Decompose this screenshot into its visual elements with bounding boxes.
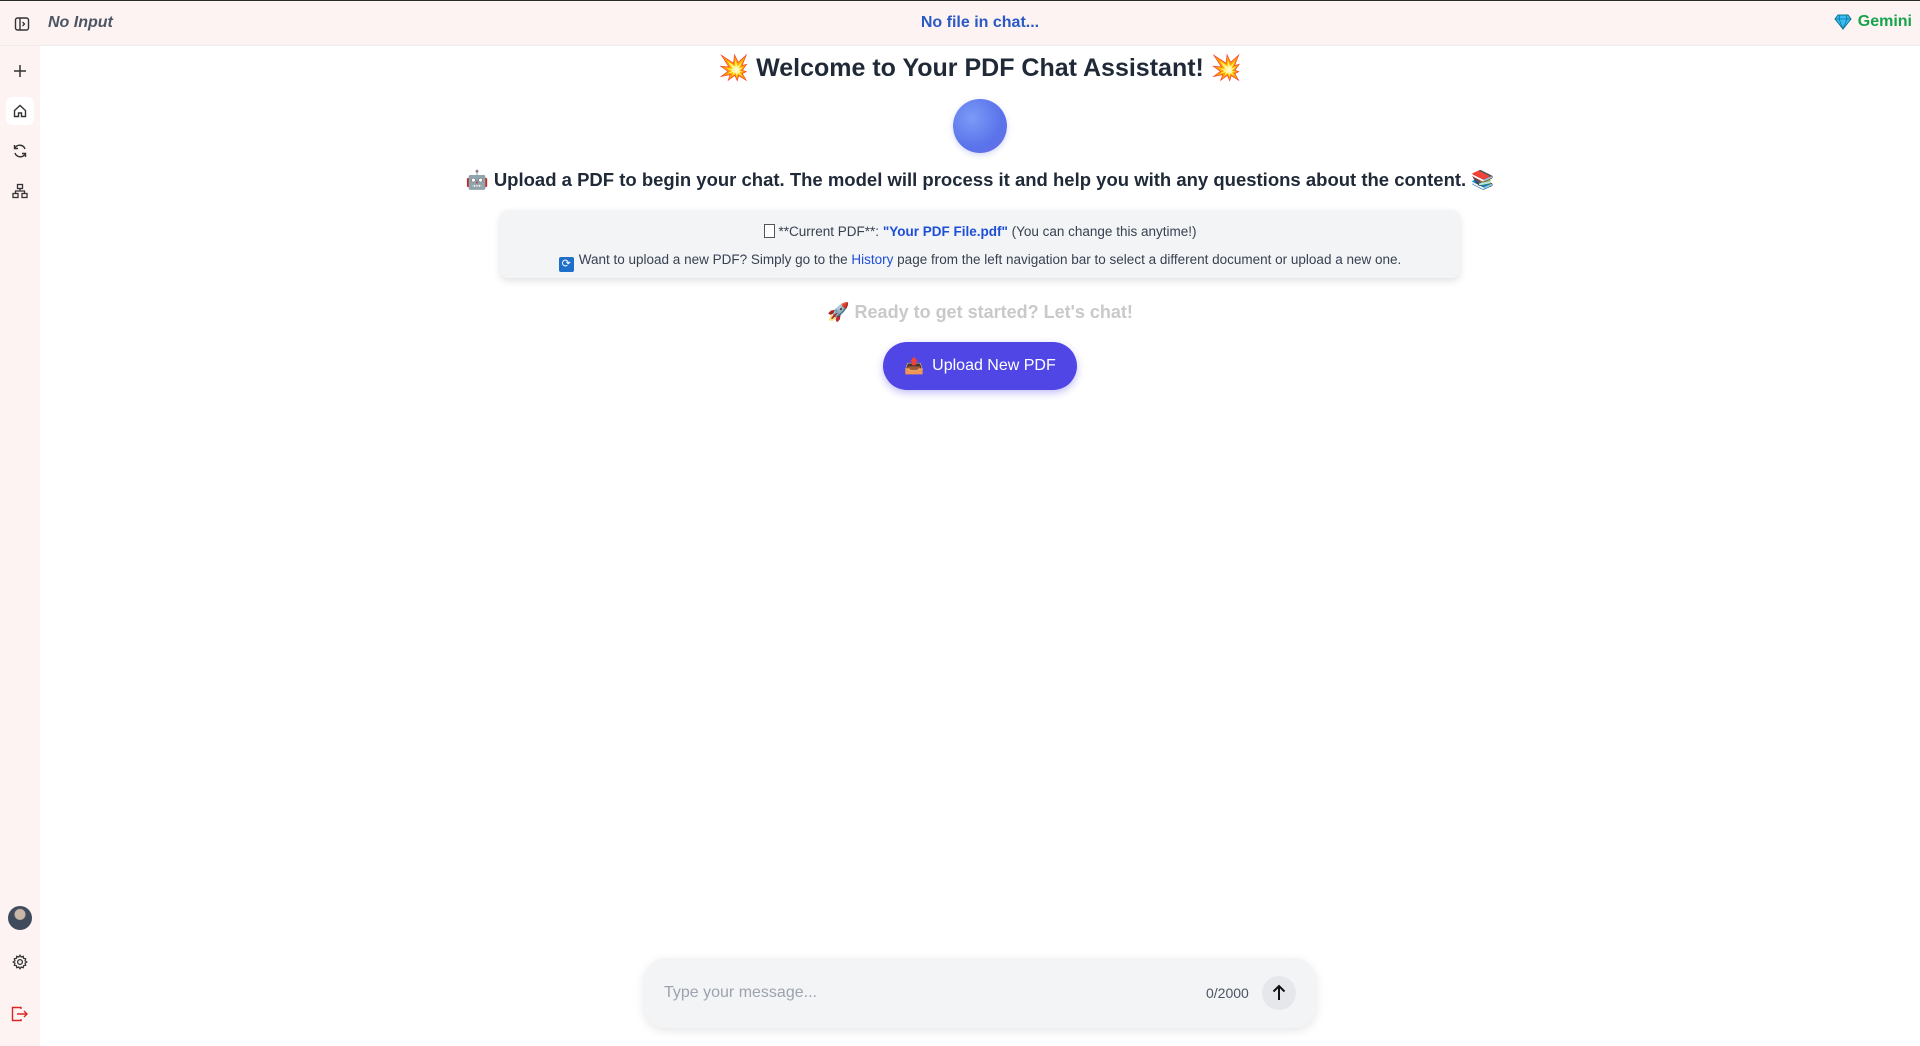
document-icon [763, 224, 775, 238]
current-pdf-name: "Your PDF File.pdf" [882, 224, 1008, 239]
char-counter: 0/2000 [1206, 985, 1249, 1001]
diamond-icon [1834, 14, 1852, 30]
home-icon [13, 104, 27, 118]
ready-text-row: 🚀 Ready to get started? Let's chat! [40, 302, 1920, 323]
robot-icon: 🤖 [465, 169, 489, 190]
refresh-badge-icon: ⟳ [558, 257, 574, 272]
current-pdf-note: (You can change this anytime!) [1007, 224, 1197, 239]
arrow-up-icon [1272, 984, 1286, 1000]
sparkle-icon: 💥 [718, 54, 750, 82]
main-content: 💥 Welcome to Your PDF Chat Assistant! 💥 … [40, 46, 1920, 1046]
settings-button[interactable] [6, 948, 34, 976]
sidebar-item-history[interactable] [6, 137, 34, 165]
welcome-subtitle: Upload a PDF to begin your chat. The mod… [493, 169, 1467, 190]
gear-icon [12, 954, 28, 970]
sparkle-icon: 💥 [1210, 54, 1242, 82]
chat-input-bar: 0/2000 [644, 958, 1316, 1028]
logout-icon [11, 1006, 28, 1022]
file-status-text[interactable]: No file in chat... [0, 14, 1920, 32]
upload-hint-prefix: Want to upload a new PDF? Simply go to t… [578, 252, 852, 267]
top-bar: No Input No file in chat... Gemini [0, 0, 1920, 46]
current-pdf-label: **Current PDF**: [778, 224, 883, 239]
info-card: **Current PDF**: "Your PDF File.pdf" (Yo… [500, 210, 1460, 278]
model-name: Gemini [1857, 13, 1912, 30]
rocket-icon: 🚀 [827, 302, 850, 322]
sidebar-item-network[interactable] [6, 177, 34, 205]
send-button[interactable] [1262, 976, 1296, 1010]
books-icon: 📚 [1471, 169, 1495, 190]
upload-new-pdf-button[interactable]: 📤 Upload New PDF [883, 342, 1077, 390]
sidebar-item-home[interactable] [6, 97, 34, 125]
logout-button[interactable] [6, 1000, 34, 1028]
assistant-orb [953, 99, 1007, 153]
upload-tray-icon: 📤 [904, 358, 925, 375]
history-link[interactable]: History [851, 252, 893, 267]
new-chat-button[interactable] [6, 57, 34, 85]
page-title: 💥 Welcome to Your PDF Chat Assistant! 💥 [40, 54, 1920, 83]
refresh-icon [13, 144, 27, 158]
ready-text: Ready to get started? Let's chat! [854, 302, 1133, 322]
plus-icon [14, 65, 26, 77]
current-pdf-line: **Current PDF**: "Your PDF File.pdf" (Yo… [500, 224, 1460, 239]
avatar[interactable] [8, 906, 32, 930]
upload-hint-suffix: page from the left navigation bar to sel… [893, 252, 1402, 267]
upload-hint-line: ⟳ Want to upload a new PDF? Simply go to … [500, 252, 1460, 272]
model-selector[interactable]: Gemini [1834, 13, 1912, 31]
left-sidebar [0, 46, 40, 1046]
welcome-subtitle-row: 🤖 Upload a PDF to begin your chat. The m… [40, 169, 1920, 191]
welcome-title: Welcome to Your PDF Chat Assistant! [756, 54, 1204, 82]
message-input[interactable] [664, 980, 1164, 1006]
upload-button-label: Upload New PDF [932, 357, 1056, 374]
sitemap-icon [12, 183, 28, 199]
